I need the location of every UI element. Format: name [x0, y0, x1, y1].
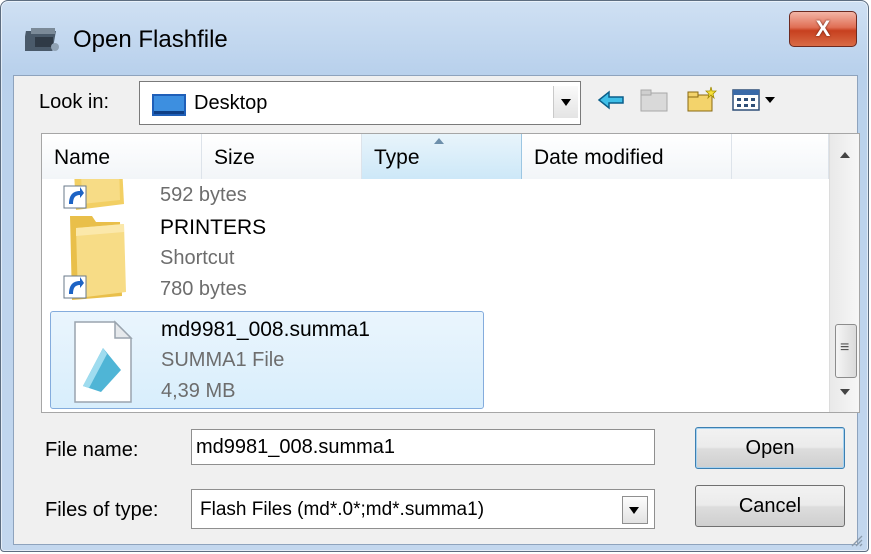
up-folder-icon[interactable]: [637, 85, 671, 115]
look-in-label: Look in:: [39, 91, 110, 113]
column-header-date-modified[interactable]: Date modified: [522, 134, 732, 179]
file-name: PRINTERS: [160, 216, 267, 239]
file-size: 4,39 MB: [161, 380, 236, 402]
chevron-down-icon[interactable]: [553, 86, 578, 118]
open-button[interactable]: Open: [695, 427, 845, 469]
file-size: 592 bytes: [160, 184, 247, 206]
view-menu-icon[interactable]: [731, 85, 781, 115]
app-icon: [25, 28, 59, 51]
summa1-file-icon: [74, 320, 133, 403]
file-list-rows: 592 bytes PRINTERS Shortcut 780 bytes md…: [42, 179, 829, 412]
close-button[interactable]: X: [789, 11, 857, 47]
folder-shortcut-icon: [63, 179, 124, 210]
scrollbar-thumb[interactable]: [835, 324, 857, 378]
title-bar[interactable]: Open Flashfile X: [1, 1, 868, 75]
files-of-type-value: Flash Files (md*.0*;md*.summa1): [200, 499, 485, 520]
new-folder-icon[interactable]: [685, 85, 719, 115]
file-list[interactable]: Name Size Type Date modified 592 bytes P…: [41, 133, 860, 413]
list-item-selected[interactable]: md9981_008.summa1 SUMMA1 File 4,39 MB: [50, 311, 484, 409]
desktop-icon: [152, 94, 186, 116]
scroll-down-icon[interactable]: [830, 379, 859, 407]
open-flashfile-dialog: Open Flashfile X Look in: Desktop Name S…: [0, 0, 869, 552]
column-header-type[interactable]: Type: [362, 134, 522, 179]
list-item[interactable]: PRINTERS Shortcut 780 bytes: [50, 210, 484, 308]
file-type: SUMMA1 File: [161, 349, 285, 371]
look-in-value: Desktop: [194, 92, 268, 114]
files-of-type-label: Files of type:: [45, 499, 159, 521]
resize-grip-icon[interactable]: [849, 533, 863, 547]
scroll-up-icon[interactable]: [830, 142, 859, 170]
sort-ascending-icon: [434, 138, 444, 144]
file-name-label: File name:: [45, 439, 139, 461]
files-of-type-dropdown[interactable]: Flash Files (md*.0*;md*.summa1): [191, 489, 655, 529]
back-arrow-icon[interactable]: [595, 85, 629, 115]
cancel-button[interactable]: Cancel: [695, 485, 845, 527]
file-size: 780 bytes: [160, 278, 247, 300]
file-type: Shortcut: [160, 247, 235, 269]
column-header-name[interactable]: Name: [42, 134, 202, 179]
column-header-empty: [732, 134, 829, 179]
column-header-type-label: Type: [374, 146, 420, 169]
file-name-input[interactable]: [191, 429, 655, 465]
column-header-size[interactable]: Size: [202, 134, 362, 179]
window-title: Open Flashfile: [73, 26, 228, 53]
look-in-dropdown[interactable]: Desktop: [139, 81, 581, 125]
folder-shortcut-icon: [63, 216, 126, 300]
file-name: md9981_008.summa1: [161, 318, 370, 341]
vertical-scrollbar[interactable]: [829, 134, 859, 412]
chevron-down-icon[interactable]: [622, 496, 648, 524]
list-item[interactable]: 592 bytes: [50, 179, 484, 214]
